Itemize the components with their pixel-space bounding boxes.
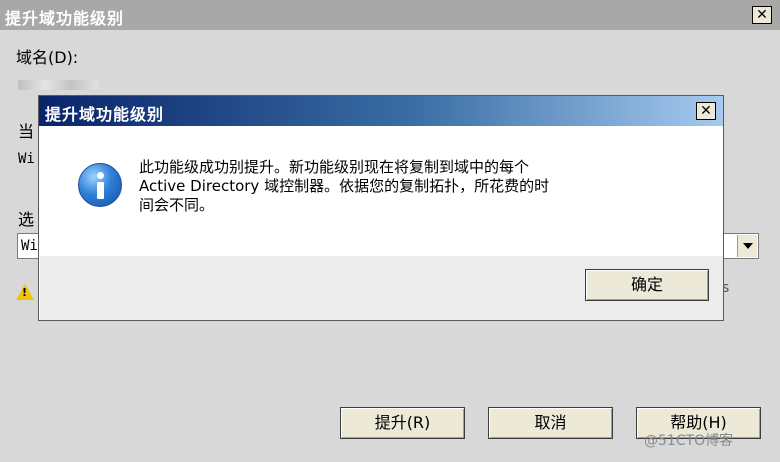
ok-button[interactable]: 确定 bbox=[585, 269, 709, 301]
dialog-title: 提升域功能级别 bbox=[45, 105, 165, 124]
window-title: 提升域功能级别 bbox=[5, 9, 125, 28]
domain-name-value-redacted bbox=[18, 80, 98, 90]
dialog-message-line: 间会不同。 bbox=[139, 196, 215, 214]
dialog-title-bar: 提升域功能级别 ✕ bbox=[39, 96, 723, 126]
dialog-message: 此功能级成功别提升。新功能级别现在将复制到域中的每个 Active Direct… bbox=[139, 158, 699, 215]
select-level-label: 选 bbox=[18, 210, 35, 229]
upgrade-button[interactable]: 提升(R) bbox=[340, 407, 465, 439]
dialog-message-line: Active Directory 域控制器。依据您的复制拓扑，所花费的时 bbox=[139, 177, 550, 195]
domain-name-label: 域名(D): bbox=[16, 48, 79, 67]
dialog-message-area: 此功能级成功别提升。新功能级别现在将复制到域中的每个 Active Direct… bbox=[39, 126, 723, 256]
window-title-bar: 提升域功能级别 ✕ bbox=[0, 0, 780, 30]
window-close-button[interactable]: ✕ bbox=[752, 6, 772, 24]
watermark: @51CTO博客 bbox=[644, 433, 734, 449]
warning-icon bbox=[16, 284, 34, 300]
current-level-label: 当 bbox=[18, 122, 35, 141]
dialog-message-line: 此功能级成功别提升。新功能级别现在将复制到域中的每个 bbox=[139, 158, 530, 176]
dialog-close-button[interactable]: ✕ bbox=[696, 102, 716, 120]
functional-level-select-value: Wi bbox=[21, 238, 38, 254]
cancel-button[interactable]: 取消 bbox=[488, 407, 613, 439]
confirmation-dialog: 提升域功能级别 ✕ 此功能级成功别提升。新功能级别现在将复制到域中的每个 Act… bbox=[38, 95, 724, 321]
current-level-value: Wi bbox=[18, 151, 35, 167]
chevron-down-icon[interactable] bbox=[737, 235, 757, 257]
info-icon bbox=[78, 163, 122, 207]
